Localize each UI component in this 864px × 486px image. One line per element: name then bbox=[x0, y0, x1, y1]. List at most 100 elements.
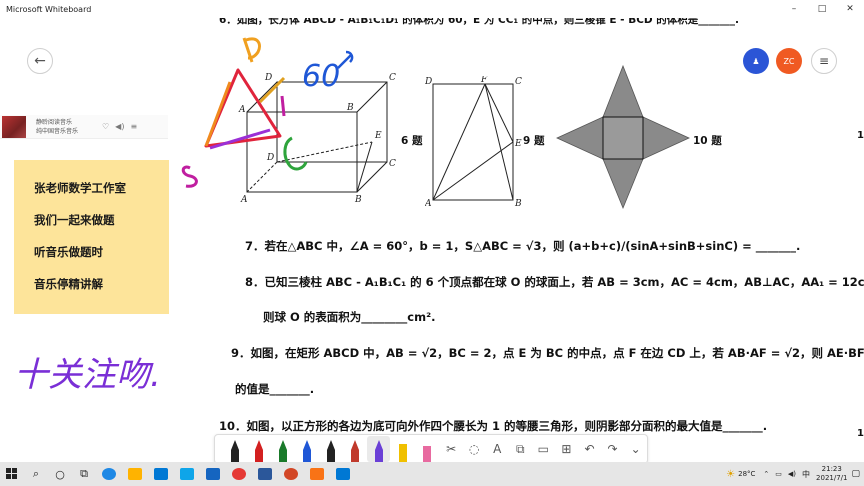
margin-mark-1: 1 bbox=[857, 130, 864, 141]
hamburger-icon: ≡ bbox=[818, 54, 830, 68]
label-D: D bbox=[266, 153, 274, 163]
pen-black-2[interactable] bbox=[319, 436, 342, 462]
sticky-line: 音乐停精讲解 bbox=[34, 277, 103, 291]
clock[interactable]: 21:23 2021/7/1 bbox=[816, 465, 847, 483]
edge-icon bbox=[102, 468, 116, 480]
user-avatar[interactable]: ♟ bbox=[743, 48, 769, 74]
back-button[interactable]: ← bbox=[27, 48, 53, 74]
title-bar: Microsoft Whiteboard – □ ✕ bbox=[0, 0, 864, 18]
question-10: 10．如图，以正方形的各边为底可向外作四个腰长为 1 的等腰三角形，则阴影部分面… bbox=[219, 419, 768, 433]
lasso-icon[interactable]: ◌ bbox=[463, 436, 486, 462]
ink-handwritten-text: 十关注吻. bbox=[14, 355, 161, 395]
pen-galaxy-selected[interactable] bbox=[367, 436, 391, 462]
chevron-down-icon[interactable]: ⌄ bbox=[624, 436, 647, 462]
heart-icon[interactable]: ♡ bbox=[102, 122, 109, 131]
question-8-cont: 则球 O 的表面积为________cm². bbox=[263, 310, 436, 324]
label-C: C bbox=[389, 159, 396, 169]
sticky-note[interactable]: 张老师数学工作室 我们一起来做题 听音乐做题时 音乐停精讲解 bbox=[14, 160, 169, 314]
notification-icon[interactable]: ▢ bbox=[851, 469, 860, 479]
rect-label-D: D bbox=[425, 77, 432, 87]
user-avatar-zc[interactable]: ZC bbox=[776, 48, 802, 74]
sticky-line: 我们一起来做题 bbox=[34, 213, 115, 227]
word-icon bbox=[258, 468, 272, 480]
arrow-left-icon: ← bbox=[34, 53, 46, 69]
rect-label-B: B bbox=[514, 199, 522, 206]
maximize-button[interactable]: □ bbox=[808, 0, 836, 18]
menu-icon[interactable]: ≡ bbox=[130, 122, 137, 131]
label-A1: A bbox=[238, 105, 246, 115]
hamburger-menu-button[interactable]: ≡ bbox=[811, 48, 837, 74]
pen-black[interactable] bbox=[223, 436, 246, 462]
album-art bbox=[2, 115, 26, 138]
question-9-cont: 的值是_______. bbox=[235, 382, 315, 396]
whiteboard-canvas[interactable]: 6．如图，长方体 ABCD - A₁B₁C₁D₁ 的体积为 60，E 为 CC₁… bbox=[0, 18, 864, 462]
label-D1: D bbox=[264, 73, 272, 83]
clock-time: 21:23 bbox=[821, 465, 842, 473]
close-button[interactable]: ✕ bbox=[836, 0, 864, 18]
figure-cuboid: D C A B D C A B E bbox=[238, 73, 396, 202]
ime-indicator[interactable]: 中 bbox=[802, 469, 810, 480]
weather-temp[interactable]: 28°C bbox=[738, 470, 755, 478]
volume-icon[interactable]: ◀) bbox=[788, 470, 796, 478]
add-icon[interactable]: ⊞ bbox=[555, 436, 578, 462]
scissors-icon[interactable]: ✂ bbox=[440, 436, 463, 462]
question-7: 7．若在△ABC 中，∠A = 60°，b = 1，S△ABC = √3，则 (… bbox=[245, 239, 801, 253]
question-8: 8．已知三棱柱 ABC - A₁B₁C₁ 的 6 个顶点都在球 O 的球面上，若… bbox=[245, 275, 864, 289]
pen-rainbow[interactable] bbox=[343, 436, 366, 462]
pen-red[interactable] bbox=[247, 436, 270, 462]
app-orange[interactable] bbox=[304, 462, 330, 486]
pen-toolbar: ✂ ◌ A ⧉ ▭ ⊞ ↶ ↷ ⌄ bbox=[214, 434, 648, 462]
label-E: E bbox=[374, 131, 382, 141]
whiteboard-icon bbox=[336, 468, 350, 480]
music-player[interactable]: 静聆阅读音乐 纯中国音乐音乐 ♡ ◀) ≡ bbox=[0, 115, 168, 139]
volume-icon[interactable]: ◀) bbox=[115, 122, 124, 131]
weather-icon: ☀ bbox=[726, 468, 736, 480]
copy-icon[interactable]: ⧉ bbox=[509, 436, 532, 462]
sticky-line: 听音乐做题时 bbox=[34, 245, 103, 259]
highlighter-yellow[interactable] bbox=[391, 436, 414, 462]
app-icon bbox=[310, 468, 324, 480]
chevron-up-icon[interactable]: ⌃ bbox=[763, 470, 769, 478]
minimize-button[interactable]: – bbox=[780, 0, 808, 18]
figure-6-caption: 6 题 bbox=[401, 135, 423, 147]
rect-label-E: E bbox=[514, 139, 522, 149]
redo-icon[interactable]: ↷ bbox=[601, 436, 624, 462]
file-explorer-app[interactable] bbox=[122, 462, 148, 486]
app-blue[interactable] bbox=[200, 462, 226, 486]
word-app[interactable] bbox=[252, 462, 278, 486]
label-B: B bbox=[354, 195, 362, 202]
powerpoint-app[interactable] bbox=[278, 462, 304, 486]
search-icon[interactable]: ⌕ bbox=[24, 462, 48, 486]
question-6: 6．如图，长方体 ABCD - A₁B₁C₁D₁ 的体积为 60，E 为 CC₁… bbox=[219, 18, 740, 26]
app-red[interactable] bbox=[226, 462, 252, 486]
window-title: Microsoft Whiteboard bbox=[6, 4, 92, 14]
image-icon[interactable]: ▭ bbox=[532, 436, 555, 462]
task-view-icon[interactable]: ⧉ bbox=[72, 462, 96, 486]
text-icon[interactable]: A bbox=[486, 436, 509, 462]
store-icon bbox=[180, 468, 194, 480]
mail-app[interactable] bbox=[148, 462, 174, 486]
cortana-icon[interactable]: ○ bbox=[48, 462, 72, 486]
edge-app[interactable] bbox=[96, 462, 122, 486]
worksheet: 6．如图，长方体 ABCD - A₁B₁C₁D₁ 的体积为 60，E 为 CC₁… bbox=[205, 18, 864, 452]
sticky-line: 张老师数学工作室 bbox=[34, 181, 126, 195]
margin-mark-2: 1 bbox=[857, 428, 864, 439]
mail-icon bbox=[154, 468, 168, 480]
whiteboard-app[interactable] bbox=[330, 462, 356, 486]
figure-10-caption: 10 题 bbox=[693, 135, 722, 147]
pen-green[interactable] bbox=[271, 436, 294, 462]
rect-label-C: C bbox=[515, 77, 522, 87]
figure-rectangle: D F C E A B bbox=[425, 76, 522, 206]
store-app[interactable] bbox=[174, 462, 200, 486]
undo-icon[interactable]: ↶ bbox=[578, 436, 601, 462]
eraser-pink[interactable] bbox=[416, 436, 439, 462]
music-title: 静聆阅读音乐 bbox=[36, 118, 73, 126]
music-subtitle: 纯中国音乐音乐 bbox=[36, 127, 79, 135]
network-icon[interactable]: ▭ bbox=[775, 470, 782, 478]
label-B1: B bbox=[346, 103, 354, 113]
windows-start-icon[interactable] bbox=[0, 462, 24, 486]
pen-blue[interactable] bbox=[295, 436, 318, 462]
app-icon bbox=[206, 468, 220, 480]
folder-icon bbox=[128, 468, 142, 480]
powerpoint-icon bbox=[284, 468, 298, 480]
